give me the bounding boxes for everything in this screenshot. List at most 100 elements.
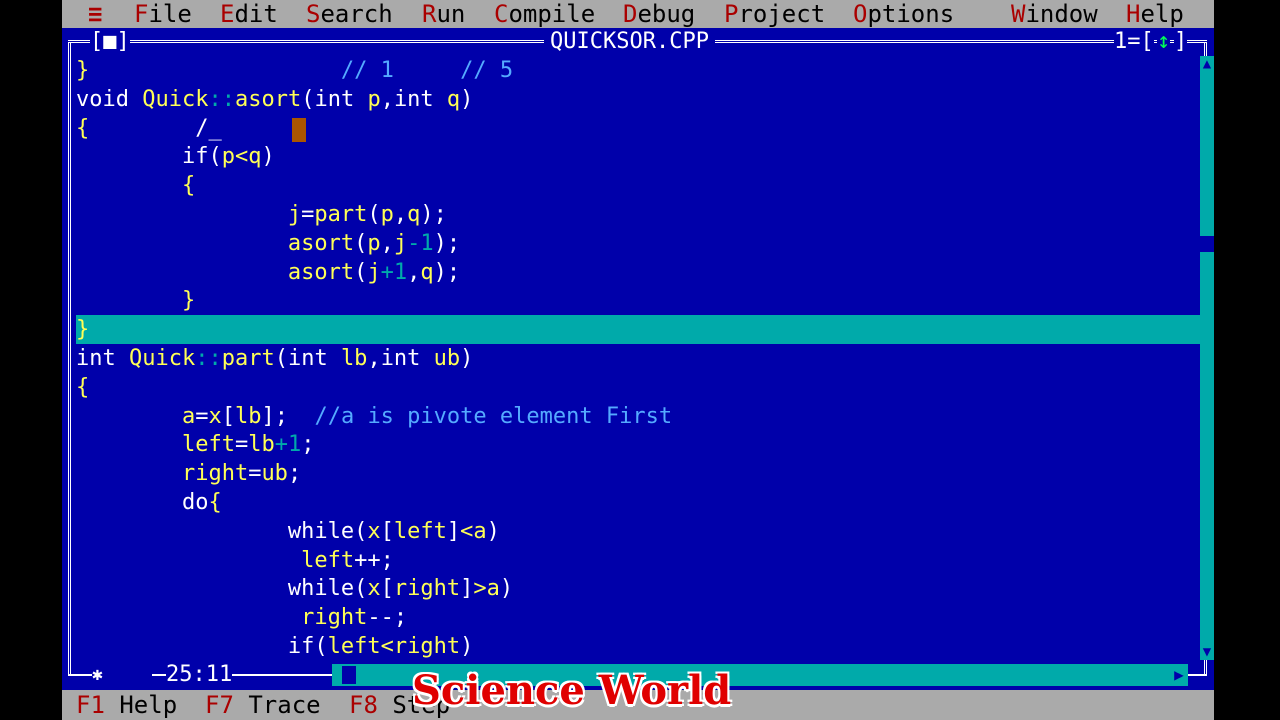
code-token: part bbox=[221, 346, 275, 371]
vertical-scroll-thumb[interactable] bbox=[1200, 236, 1214, 252]
code-line[interactable]: } bbox=[76, 286, 1200, 315]
code-line[interactable]: if(p<q) bbox=[76, 142, 1200, 171]
status-item-trace[interactable]: F7 Trace bbox=[205, 690, 321, 720]
code-token: p bbox=[380, 202, 394, 227]
code-token: ( bbox=[314, 634, 328, 659]
code-token: do bbox=[76, 490, 209, 515]
code-line[interactable]: int Quick::part(int lb,int ub) bbox=[76, 344, 1200, 373]
code-line[interactable]: right=ub; bbox=[76, 459, 1200, 488]
scroll-right-arrow-icon[interactable]: ▶ bbox=[1170, 664, 1188, 686]
code-token: // 1 // 5 bbox=[89, 58, 514, 83]
menu-run-label: un bbox=[436, 0, 466, 28]
menu-search-hotkey: S bbox=[306, 0, 321, 28]
code-line[interactable]: a=x[lb]; //a is pivote element First bbox=[76, 402, 1200, 431]
close-box-icon[interactable]: [■] bbox=[90, 28, 130, 56]
code-token: if bbox=[76, 634, 315, 659]
code-token: :: bbox=[208, 86, 235, 112]
code-token: ) bbox=[499, 576, 514, 602]
code-token: p bbox=[367, 86, 381, 112]
code-token: { bbox=[76, 173, 196, 199]
code-token: } bbox=[76, 317, 90, 343]
code-token: [ bbox=[380, 518, 394, 544]
code-token: ] bbox=[460, 576, 474, 602]
code-line[interactable]: asort(j+1,q); bbox=[76, 258, 1200, 287]
code-line[interactable]: } // 1 // 5 bbox=[76, 56, 1200, 85]
system-menu-icon[interactable]: ≡ bbox=[88, 0, 102, 28]
code-token: asort bbox=[76, 230, 355, 256]
code-line[interactable]: j=part(p,q); bbox=[76, 200, 1200, 229]
code-token: if bbox=[76, 144, 209, 170]
menu-window[interactable]: Window bbox=[1011, 0, 1098, 28]
code-line[interactable]: while(x[right]>a) bbox=[76, 574, 1200, 603]
menu-edit[interactable]: Edit bbox=[220, 0, 278, 28]
scroll-up-arrow-icon[interactable]: ▲ bbox=[1200, 56, 1214, 72]
menu-window-hotkey: W bbox=[1011, 0, 1026, 28]
vertical-scrollbar[interactable]: ▲ ▼ bbox=[1200, 56, 1214, 660]
code-line[interactable]: if(left<right) bbox=[76, 632, 1200, 661]
horizontal-scroll-thumb[interactable] bbox=[342, 666, 356, 684]
status-label-help: Help bbox=[119, 691, 178, 719]
status-key-f7: F7 bbox=[205, 691, 234, 719]
zoom-box-icon[interactable]: ↕ bbox=[1157, 28, 1171, 56]
code-token: x bbox=[367, 518, 381, 544]
menu-search[interactable]: Search bbox=[306, 0, 393, 28]
code-token: asort bbox=[76, 259, 355, 285]
code-line[interactable]: while(x[left]<a) bbox=[76, 517, 1200, 546]
code-token: ( bbox=[208, 144, 222, 170]
code-line[interactable]: { bbox=[76, 373, 1200, 402]
menu-debug[interactable]: Debug bbox=[623, 0, 695, 28]
code-token: ) bbox=[460, 86, 474, 112]
code-token: while bbox=[76, 518, 355, 544]
code-line[interactable]: right--; bbox=[76, 603, 1200, 632]
code-token: +1 bbox=[274, 432, 302, 458]
menu-help[interactable]: Help bbox=[1126, 0, 1184, 28]
code-line[interactable]: do{ bbox=[76, 488, 1200, 517]
menu-file[interactable]: File bbox=[134, 0, 192, 28]
code-token: asort bbox=[234, 86, 302, 112]
menu-options[interactable]: Options bbox=[853, 0, 954, 28]
code-token: left bbox=[393, 518, 447, 544]
code-line[interactable]: { bbox=[76, 171, 1200, 200]
text-cursor bbox=[292, 118, 306, 142]
code-token: j bbox=[367, 259, 381, 285]
menu-options-label: ptions bbox=[867, 0, 955, 28]
code-token: while bbox=[76, 576, 355, 602]
code-token: { bbox=[76, 374, 90, 400]
code-token: ( bbox=[354, 518, 368, 544]
code-line[interactable]: { /_ bbox=[76, 114, 1200, 143]
window-frame-left bbox=[68, 42, 71, 676]
code-token: lb bbox=[248, 432, 275, 458]
code-token: part bbox=[314, 202, 368, 227]
zoom-box-bracket: ] bbox=[1174, 28, 1188, 56]
watermark-logo: Science World bbox=[412, 667, 732, 714]
code-token: void bbox=[76, 86, 143, 112]
menu-project[interactable]: Project bbox=[724, 0, 825, 28]
menu-edit-hotkey: E bbox=[220, 0, 235, 28]
code-line[interactable]: asort(p,j-1); bbox=[76, 229, 1200, 258]
code-token: right bbox=[76, 461, 249, 487]
menu-options-hotkey: O bbox=[853, 0, 868, 28]
code-token: int bbox=[314, 86, 368, 112]
menu-compile[interactable]: Compile bbox=[494, 0, 595, 28]
menu-run[interactable]: Run bbox=[422, 0, 465, 28]
code-token: = bbox=[248, 461, 262, 487]
code-line[interactable]: } bbox=[76, 315, 1200, 345]
code-token: ) bbox=[460, 346, 474, 371]
scroll-down-arrow-icon[interactable]: ▼ bbox=[1200, 644, 1214, 660]
code-token: ( bbox=[354, 230, 368, 256]
menu-file-hotkey: F bbox=[134, 0, 149, 28]
code-token: ) bbox=[460, 634, 474, 659]
code-token: Quick bbox=[128, 346, 196, 371]
menu-help-hotkey: H bbox=[1126, 0, 1141, 28]
code-line[interactable]: left=lb+1; bbox=[76, 430, 1200, 459]
code-token: j bbox=[393, 230, 408, 256]
status-item-help[interactable]: F1 Help bbox=[76, 690, 177, 720]
code-line[interactable]: left++; bbox=[76, 546, 1200, 575]
code-token: q bbox=[420, 259, 434, 285]
code-token: ub bbox=[433, 346, 461, 371]
window-title: QUICKSOR.CPP bbox=[544, 28, 715, 56]
code-token: , bbox=[393, 202, 408, 227]
code-line[interactable]: void Quick::asort(int p,int q) bbox=[76, 85, 1200, 114]
status-label-trace: Trace bbox=[248, 691, 321, 719]
menu-compile-hotkey: C bbox=[494, 0, 509, 28]
